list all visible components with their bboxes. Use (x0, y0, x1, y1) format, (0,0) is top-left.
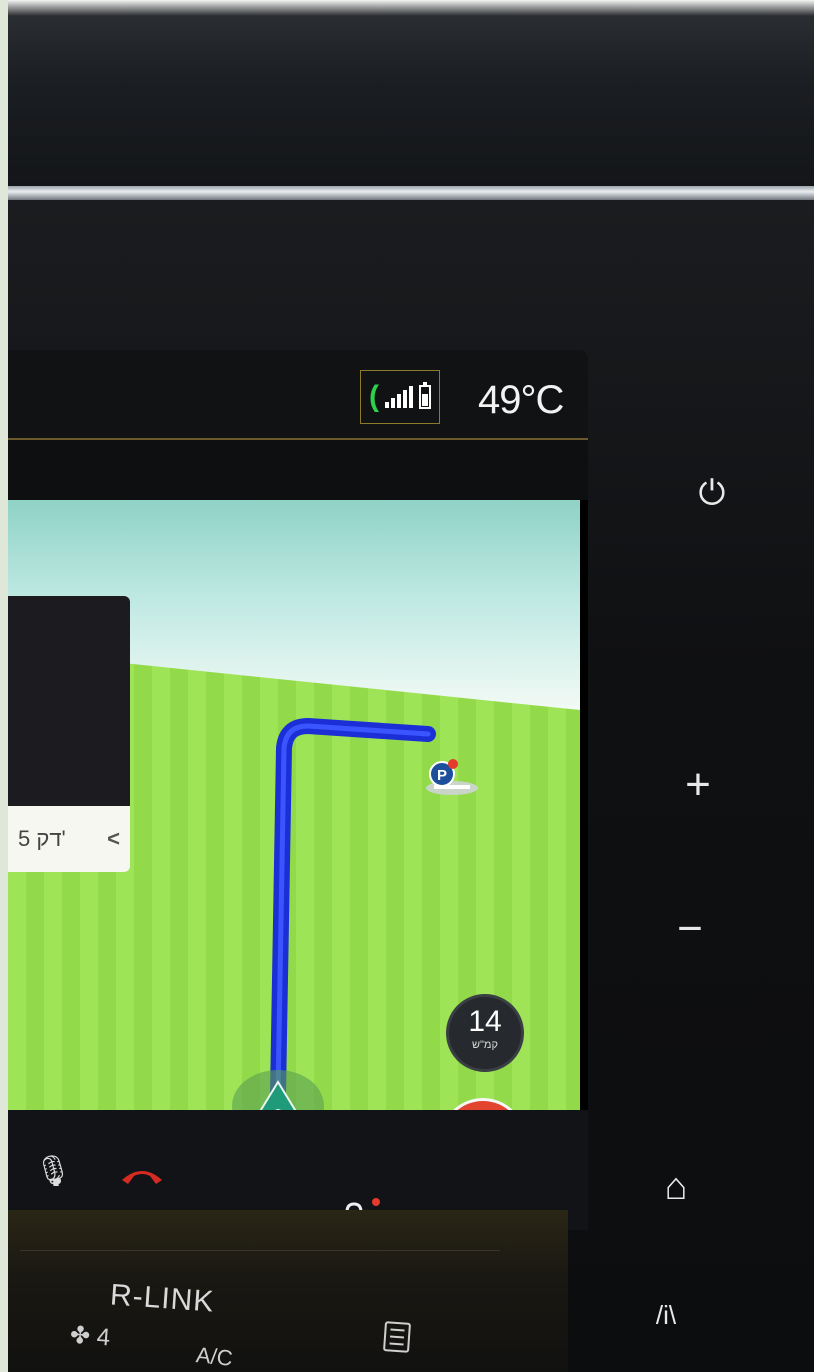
volume-up-button[interactable]: + (668, 760, 728, 810)
eta-label: 5 דק' (18, 826, 66, 851)
speed-unit: קמ"ש (472, 1039, 498, 1051)
navigation-map[interactable]: 5 דק' < P 14 קמ"ש (8, 500, 580, 1210)
menu-icon[interactable] (382, 1321, 412, 1353)
nav-header-bar (8, 440, 588, 500)
parking-label: P (437, 767, 447, 784)
phone-icon: ( (369, 380, 379, 413)
battery-icon (419, 382, 431, 409)
ac-button[interactable]: A/C (195, 1342, 234, 1372)
notification-dot (372, 1198, 380, 1206)
speed-value: 14 (468, 1005, 502, 1038)
turn-info-card[interactable] (8, 596, 130, 806)
chrome-trim (0, 186, 814, 200)
microphone-icon[interactable]: 🎙 (34, 1154, 72, 1189)
fan-icon: ✤ (69, 1321, 92, 1350)
r-link-label: R-LINK (109, 1278, 216, 1319)
infotainment-screen: ( 49°C 5 דק' < P 14 קמ"ש 🎙 (8, 350, 588, 1230)
volume-down-button[interactable]: − (660, 904, 720, 954)
connectivity-indicator[interactable]: ( (360, 370, 440, 424)
fan-control[interactable]: ✤ 4 (69, 1321, 111, 1353)
status-bar: ( 49°C (8, 350, 588, 438)
chevron-left-icon: < (107, 826, 120, 851)
temperature-readout: 49°C (478, 378, 564, 422)
power-button[interactable]: ⏻ (682, 474, 742, 513)
home-button[interactable]: ⌂ (646, 1166, 706, 1209)
navigation-button[interactable]: /i\ (636, 1300, 696, 1331)
speedometer: 14 קמ"ש (446, 994, 524, 1072)
parking-destination-icon[interactable]: P (420, 758, 480, 798)
dashboard-top (0, 0, 814, 200)
signal-icon (385, 386, 413, 408)
window-edge (0, 0, 8, 1372)
eta-card[interactable]: 5 דק' < (8, 806, 130, 872)
hang-up-icon[interactable] (118, 1162, 166, 1186)
console-divider (20, 1250, 500, 1251)
fan-level: 4 (95, 1323, 112, 1352)
